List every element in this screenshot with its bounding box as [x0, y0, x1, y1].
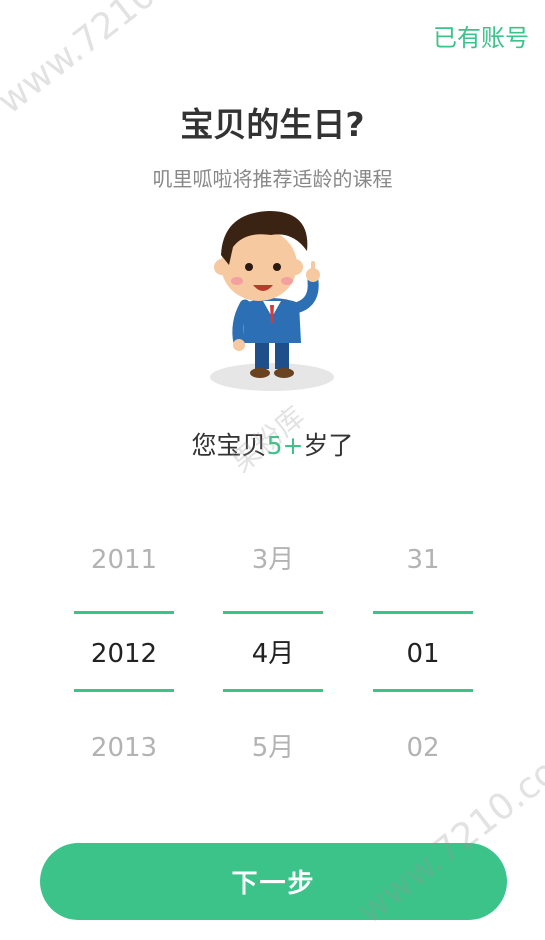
month-selected[interactable]: 4月: [223, 624, 323, 718]
month-option[interactable]: 3月: [223, 530, 323, 624]
year-picker[interactable]: 2011 2012 2013: [74, 530, 174, 812]
existing-account-link[interactable]: 已有账号: [433, 18, 529, 53]
year-option[interactable]: 2011: [74, 530, 174, 624]
month-selection-bottom-line: [223, 689, 323, 692]
month-picker[interactable]: 3月 4月 5月: [223, 530, 323, 812]
day-option[interactable]: 31: [373, 530, 473, 624]
year-selection-bottom-line: [74, 689, 174, 692]
page-title: 宝贝的生日?: [180, 105, 365, 144]
day-selection-top-line: [373, 611, 473, 614]
age-suffix: 岁了: [303, 431, 354, 460]
month-option[interactable]: 5月: [223, 718, 323, 812]
day-picker[interactable]: 31 01 02: [373, 530, 473, 812]
year-selection-top-line: [74, 611, 174, 614]
page-subtitle: 叽里呱啦将推荐适龄的课程: [152, 167, 393, 191]
day-selection-bottom-line: [373, 689, 473, 692]
year-option[interactable]: 2013: [74, 718, 174, 812]
year-selected[interactable]: 2012: [74, 624, 174, 718]
boy-mascot-illustration: [210, 211, 334, 391]
month-selection-top-line: [223, 611, 323, 614]
day-option[interactable]: 02: [373, 718, 473, 812]
day-selected[interactable]: 01: [373, 624, 473, 718]
